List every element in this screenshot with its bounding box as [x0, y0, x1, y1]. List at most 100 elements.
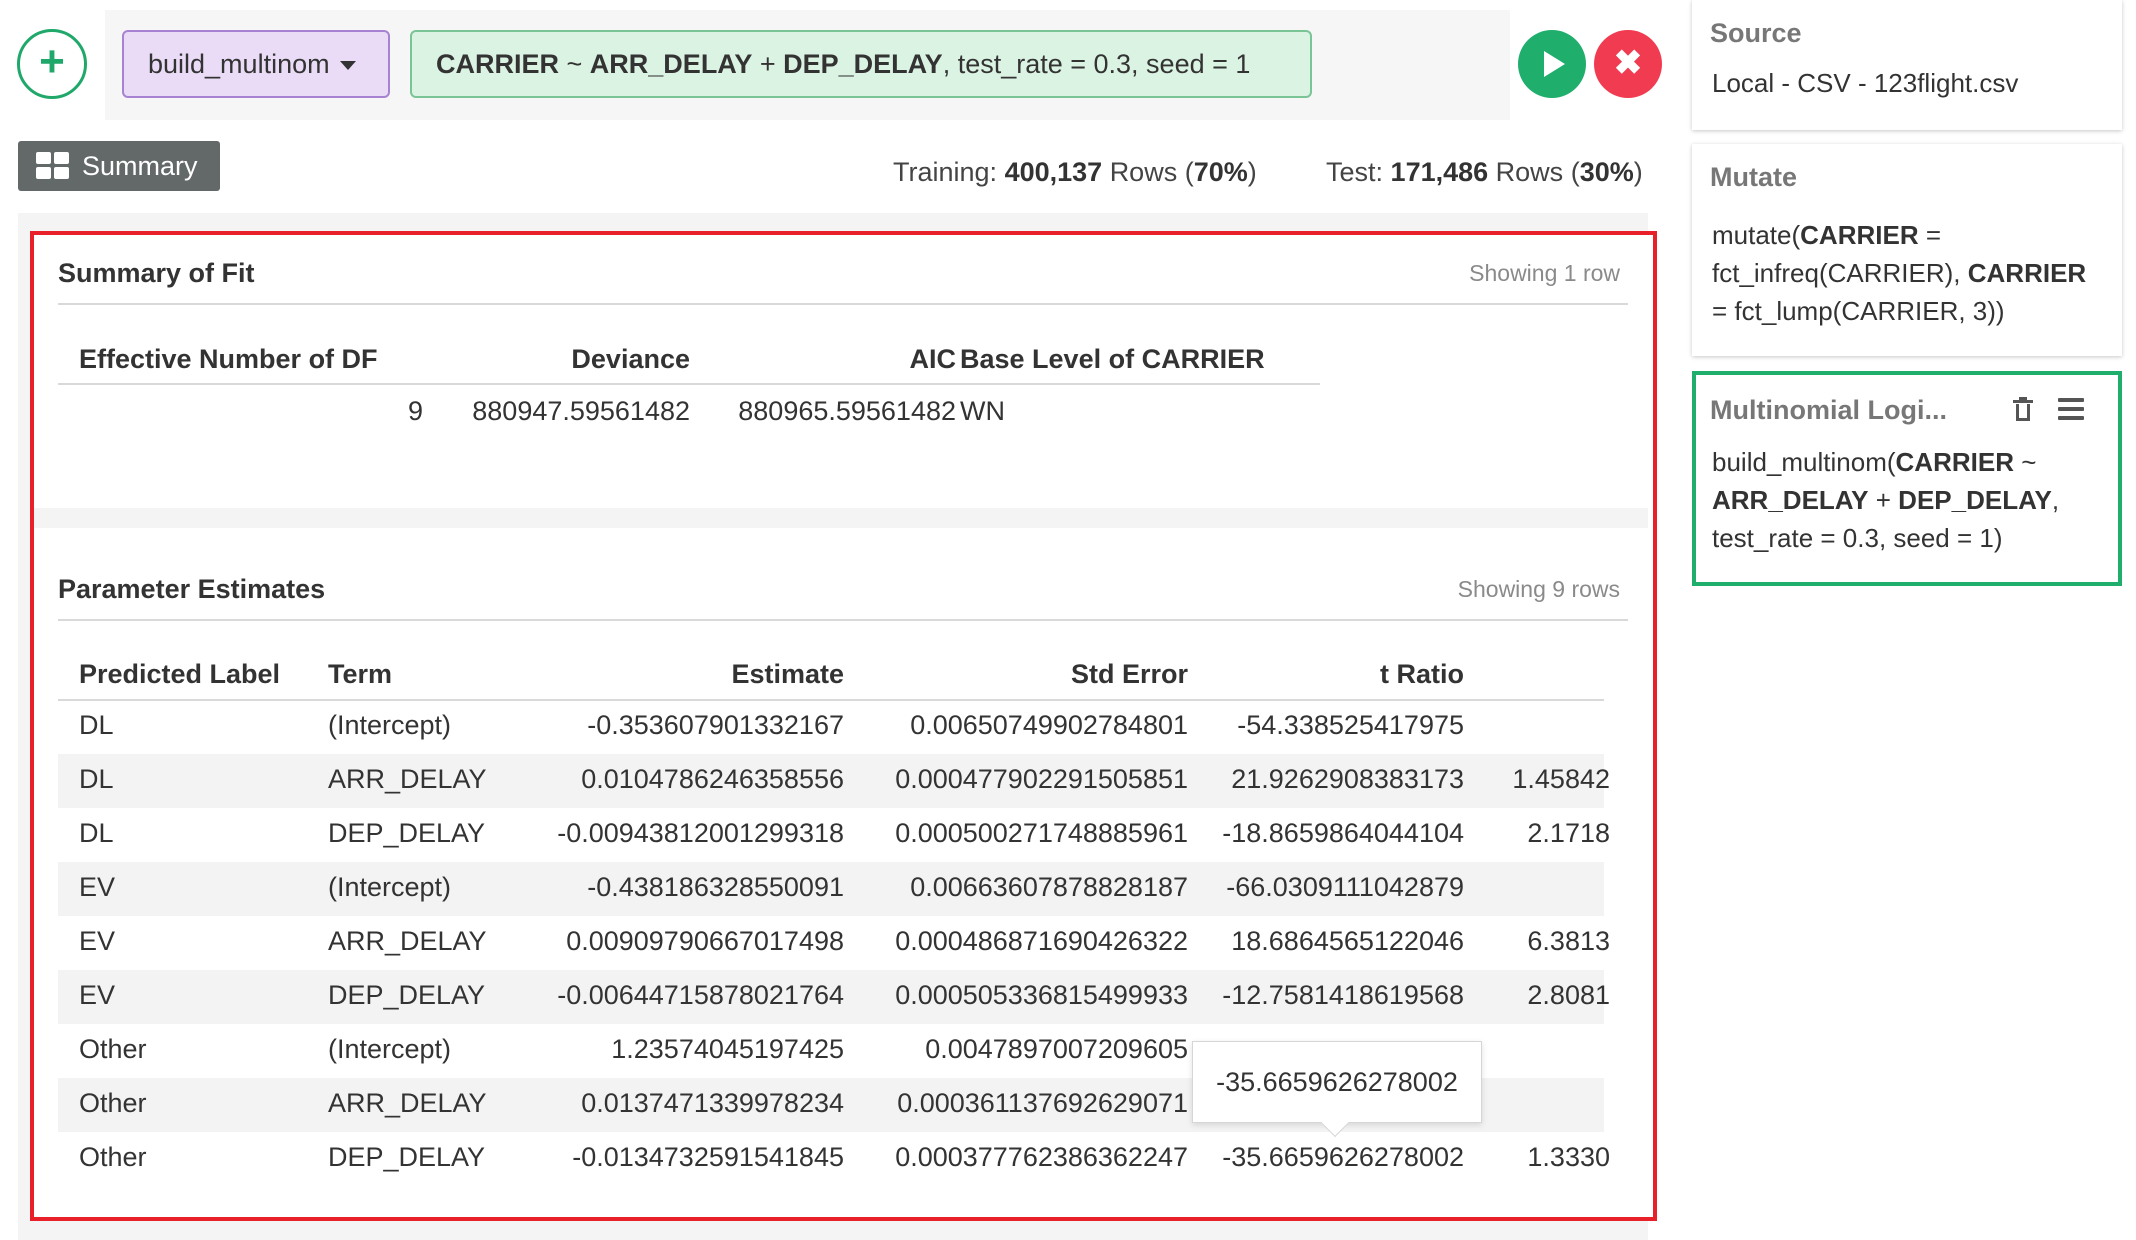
table-cell: EV — [79, 926, 116, 956]
step-mutate[interactable]: Mutate mutate(CARRIER = fct_infreq(CARRIE… — [1692, 144, 2122, 356]
column-header: AIC — [909, 344, 957, 374]
step-body: Local - CSV - 123flight.csv — [1712, 68, 2019, 98]
code-line: mutate(CARRIER = — [1712, 216, 2086, 254]
cell-tooltip: -35.6659626278002 — [1192, 1041, 1482, 1138]
table-cell: 21.9262908383173 — [1231, 764, 1464, 794]
code-identifier: ARR_DELAY — [1712, 485, 1869, 515]
column-header: Predicted Label — [79, 659, 281, 689]
code-text: mutate( — [1712, 220, 1801, 250]
table-cell: 0.0104786246358556 — [581, 764, 844, 794]
table-cell: ARR_DELAY — [328, 926, 487, 956]
table-cell: DEP_DELAY — [328, 980, 486, 1010]
add-step-button[interactable]: + — [17, 29, 87, 99]
table-cell: 1.45842 — [1512, 764, 1610, 794]
table-cell: WN — [960, 396, 1005, 426]
step-title: Multinomial Logi... — [1710, 395, 1947, 425]
code-text: ~ — [559, 49, 590, 79]
summary-of-fit-card: Summary of Fit Showing 1 row Effective N… — [34, 232, 1650, 508]
table-cell: -54.338525417975 — [1237, 710, 1464, 740]
table-cell: 0.000361137692629071 — [897, 1088, 1188, 1118]
code-text: + — [1868, 485, 1899, 515]
table-cell: DEP_DELAY — [328, 1142, 486, 1172]
table-cell: Other — [79, 1034, 147, 1064]
table-cell: (Intercept) — [328, 710, 452, 740]
column-header: Deviance — [571, 344, 690, 374]
table-cell: -0.438186328550091 — [587, 872, 844, 902]
table-cell: EV — [79, 980, 116, 1010]
menu-icon[interactable] — [2058, 398, 2084, 420]
code-text: build_multinom( — [1712, 447, 1896, 477]
table-cell: -0.0134732591541845 — [572, 1142, 844, 1172]
column-header: Term — [328, 659, 393, 689]
step-body: mutate(CARRIER = fct_infreq(CARRIER), CAR… — [1712, 216, 2086, 330]
row-count: Showing 1 row — [1469, 260, 1620, 286]
code-text: , — [2051, 485, 2060, 515]
code-line: test_rate = 0.3, seed = 1) — [1712, 519, 2059, 557]
code-line: = fct_lump(CARRIER, 3)) — [1712, 292, 2086, 330]
table-cell: 0.00663607878828187 — [910, 872, 1188, 902]
code-text: , test_rate = 0.3, seed = 1 — [942, 49, 1251, 79]
code-identifier: ARR_DELAY — [589, 49, 753, 79]
column-header: Base Level of CARRIER — [960, 344, 1265, 374]
code-text: = fct_lump(CARRIER, 3)) — [1712, 296, 2005, 326]
divider — [58, 303, 1628, 305]
table-cell: 6.3813 — [1527, 926, 1610, 956]
code-identifier: CARRIER — [1800, 220, 1919, 250]
table-cell: Other — [79, 1142, 147, 1172]
table-cell: 18.6864565122046 — [1231, 926, 1464, 956]
table-cell: -0.00644715878021764 — [557, 980, 844, 1010]
table-cell: ARR_DELAY — [328, 1088, 487, 1118]
code-text: + — [752, 49, 784, 79]
table-cell: 0.000505336815499933 — [895, 980, 1188, 1010]
test-count: Test: 171,486 Rows (30%) — [1326, 157, 1643, 187]
table-cell: 0.000477902291505851 — [895, 764, 1188, 794]
run-button[interactable] — [1518, 30, 1586, 98]
step-source[interactable]: Source Local - CSV - 123flight.csv — [1692, 0, 2122, 130]
divider — [58, 619, 1628, 621]
table-cell: 0.0137471339978234 — [581, 1088, 844, 1118]
table-cell: -35.6659626278002 — [1222, 1142, 1464, 1172]
table-cell: 9 — [407, 396, 423, 426]
code-identifier: DEP_DELAY — [783, 49, 943, 79]
code-text: = — [1918, 220, 1942, 250]
table-cell: ARR_DELAY — [328, 764, 487, 794]
table-cell: DL — [79, 818, 114, 848]
code-line: build_multinom(CARRIER ~ — [1712, 443, 2059, 481]
play-icon — [1544, 51, 1565, 77]
tab-summary-label: Summary — [82, 151, 198, 181]
table-cell: 880947.59561482 — [472, 396, 690, 426]
column-header: t Ratio — [1380, 659, 1464, 689]
table-cell: EV — [79, 872, 116, 902]
table-cell: 0.0047897007209605 — [925, 1034, 1188, 1064]
table-cell: -66.0309111042879 — [1226, 872, 1464, 902]
code-line: fct_infreq(CARRIER), CARRIER — [1712, 254, 2086, 292]
table-cell: DL — [79, 764, 114, 794]
code-text: fct_infreq(CARRIER), — [1712, 258, 1968, 288]
table-cell: 0.00650749902784801 — [910, 710, 1188, 740]
code-text: test_rate = 0.3, seed = 1) — [1712, 523, 2003, 553]
table-cell: 2.1718 — [1527, 818, 1610, 848]
table-cell: 2.8081 — [1527, 980, 1610, 1010]
command-bar: + build_multinom CARRIER ~ ARR_DELAY + D… — [0, 0, 1662, 128]
step-multinomial-logistic[interactable]: Multinomial Logi... build_multinom(CARRI… — [1692, 371, 2122, 586]
code-identifier: CARRIER — [1895, 447, 2014, 477]
code-line: ARR_DELAY + DEP_DELAY, — [1712, 481, 2059, 519]
code-identifier: DEP_DELAY — [1898, 485, 2052, 515]
cancel-button[interactable]: ✖ — [1594, 30, 1662, 98]
trash-icon[interactable] — [2013, 397, 2033, 421]
column-header: Effective Number of DF — [79, 344, 378, 374]
tab-summary[interactable]: Summary — [18, 141, 220, 191]
step-body: build_multinom(CARRIER ~ ARR_DELAY + DEP_… — [1712, 443, 2059, 557]
code-identifier: CARRIER — [436, 49, 560, 79]
function-name: build_multinom — [148, 49, 330, 79]
table-cell: 0.000500271748885961 — [895, 818, 1188, 848]
table-cell: (Intercept) — [328, 872, 452, 902]
table-cell: 0.00909790667017498 — [566, 926, 844, 956]
table-cell: 880965.59561482 — [738, 396, 956, 426]
table-cell: DL — [79, 710, 114, 740]
table-cell: -0.353607901332167 — [587, 710, 844, 740]
step-title: Mutate — [1710, 162, 1797, 192]
formula-argument-field[interactable]: CARRIER ~ ARR_DELAY + DEP_DELAY, test_ra… — [410, 30, 1312, 98]
function-selector[interactable]: build_multinom — [122, 30, 390, 98]
table-cell: -12.7581418619568 — [1222, 980, 1464, 1010]
